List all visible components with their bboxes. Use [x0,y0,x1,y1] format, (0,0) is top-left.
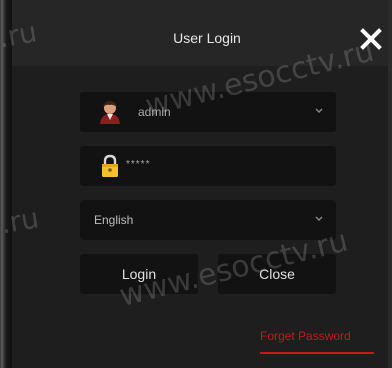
user-avatar-icon [100,101,120,124]
screen-background: User Login admin ***** English Login Clo… [0,0,392,368]
login-dialog: User Login admin ***** English Login Clo… [12,0,392,368]
close-button[interactable]: Close [218,254,336,294]
language-select[interactable]: English [80,200,336,240]
password-field[interactable]: ***** [80,146,336,186]
lock-icon [102,154,118,177]
chevron-down-icon[interactable] [314,214,324,224]
username-select[interactable]: admin [80,92,336,132]
password-value: ***** [126,159,151,170]
title-bar: User Login [12,0,392,66]
close-icon[interactable] [358,26,384,52]
login-button[interactable]: Login [80,254,198,294]
forget-password-underline [260,352,374,354]
forget-password-link[interactable]: Forget Password [260,328,351,344]
language-value: English [94,213,134,227]
dialog-title: User Login [173,30,241,46]
username-value: admin [138,105,171,119]
right-edge-strip [388,0,392,368]
chevron-down-icon[interactable] [314,106,324,116]
